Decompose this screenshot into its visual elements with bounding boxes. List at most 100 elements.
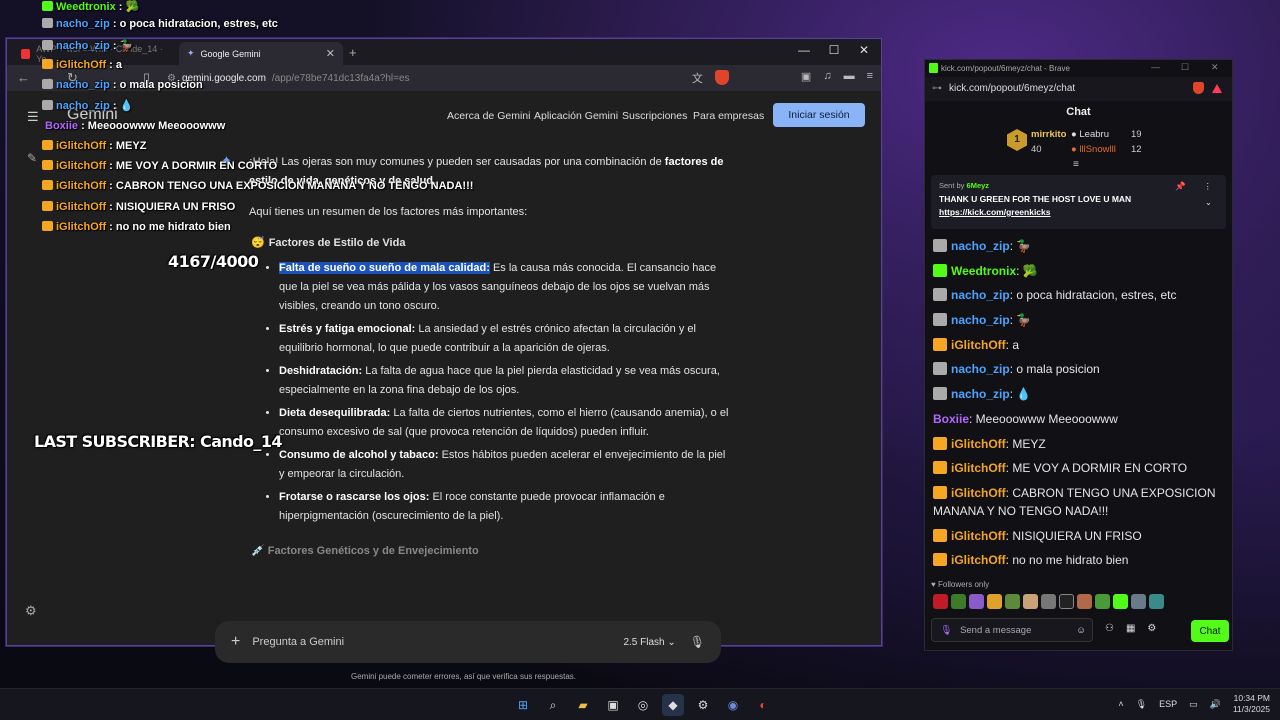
model-selector[interactable]: 2.5 Flash ⌄ [623,637,675,648]
user-badge-icon [42,201,53,211]
nav-subscriptions[interactable]: Suscripciones [622,110,687,122]
gift-icon[interactable]: ▦ [1126,623,1135,634]
chat-username[interactable]: nacho_zip [951,387,1010,401]
chat-username[interactable]: iGlitchOff [951,461,1006,475]
maximize-button[interactable]: ☐ [1181,62,1189,73]
taskbar: ⊞ ⌕ ▰ ▣ ◎ ◆ ⚙ ◉ ◐ ˄ 🎙 ESP ▭ 🔊 10:34 PM 11… [0,688,1280,720]
search-icon[interactable]: ⌕ [542,694,564,716]
pinned-link[interactable]: https://kick.com/greenkicks [939,207,1218,217]
leader-name[interactable]: ● lllSnowlll [1071,144,1116,155]
network-icon[interactable]: ▭ [1189,699,1198,710]
hamburger-menu-icon[interactable]: ☰ [27,109,39,125]
overlay-text: : Meeooowww Meeooowww [78,120,226,132]
store-icon[interactable]: ▣ [602,694,624,716]
chat-username[interactable]: iGlitchOff [951,437,1006,451]
media-icon[interactable]: ♫ [823,70,831,86]
emote-icon[interactable] [1095,594,1110,609]
emote-icon[interactable] [951,594,966,609]
settings-gear-icon[interactable]: ⚙ [1147,623,1156,634]
chat-username[interactable]: iGlitchOff [951,338,1006,352]
leader-name[interactable]: ● Leabru [1071,129,1109,140]
send-message-input[interactable]: 🎙 Send a message ☺ [931,618,1093,642]
site-info-icon[interactable]: ⊶ [932,83,942,94]
chat-username[interactable]: nacho_zip [951,239,1010,253]
back-icon[interactable]: ← [17,70,30,85]
menu-icon[interactable]: ≡ [867,70,873,86]
close-window-button[interactable]: ✕ [849,43,879,57]
microphone-icon[interactable]: 🎙 [1136,699,1147,710]
sender-name[interactable]: 6Meyz [967,181,990,190]
nav-business[interactable]: Para empresas [693,110,764,122]
close-tab-icon[interactable]: ✕ [326,47,335,60]
emote-icon[interactable] [1077,594,1092,609]
emote-icon[interactable] [1113,594,1128,609]
sidebar-icon[interactable]: ▣ [801,70,811,86]
translate-icon[interactable]: 文 [692,70,703,86]
chat-message: iGlitchOff: NISIQUIERA UN FRISO [933,527,1225,545]
url-field[interactable]: kick.com/popout/6meyz/chat [949,83,1075,94]
chevron-up-icon[interactable]: ˄ [1118,699,1123,709]
file-explorer-icon[interactable]: ▰ [572,694,594,716]
emote-icon[interactable] [1005,594,1020,609]
microphone-icon[interactable]: 🎙 [690,635,705,649]
users-icon[interactable]: ⚇ [1105,623,1114,634]
chevron-down-icon[interactable]: ⌄ [1205,197,1212,208]
chat-message: iGlitchOff: a [933,336,1225,354]
chat-username[interactable]: iGlitchOff [951,529,1006,543]
chat-username[interactable]: nacho_zip [951,313,1010,327]
brave-shield-icon[interactable] [1193,82,1204,94]
minimize-button[interactable]: — [789,43,819,57]
emote-icon[interactable] [1149,594,1164,609]
leader-name[interactable]: mirrkito [1031,129,1066,140]
steam-icon[interactable]: ⚙ [692,694,714,716]
chat-username[interactable]: nacho_zip [951,288,1010,302]
extension-icon[interactable]: ▬ [844,70,855,86]
settings-gear-icon[interactable]: ⚙ [25,603,37,619]
obs-icon[interactable]: ◎ [632,694,654,716]
add-icon[interactable]: + [231,633,240,651]
emote-icon[interactable] [987,594,1002,609]
nav-about[interactable]: Acerca de Gemini [447,110,530,122]
volume-icon[interactable]: 🔊 [1210,699,1221,710]
clock[interactable]: 10:34 PM 11/3/2025 [1233,693,1270,715]
language-indicator[interactable]: ESP [1159,699,1177,709]
item-title: Estrés y fatiga emocional: [279,323,416,335]
nav-app[interactable]: Aplicación Gemini [534,110,618,122]
list-item: Deshidratación: La falta de agua hace qu… [279,362,729,400]
emote-icon[interactable] [933,594,948,609]
prompt-input[interactable]: + Pregunta a Gemini 2.5 Flash ⌄ 🎙 [215,621,721,663]
signin-button[interactable]: Iniciar sesión [773,103,865,127]
windows-start-icon[interactable]: ⊞ [512,694,534,716]
chrome-icon[interactable]: ◐ [752,694,774,716]
close-window-button[interactable]: ✕ [1211,62,1219,73]
emote-icon[interactable] [1041,594,1056,609]
tab-gemini[interactable]: ✦ Google Gemini ✕ [179,42,343,65]
microphone-icon[interactable]: 🎙 [940,625,952,636]
brave-shield-icon[interactable] [714,70,729,85]
minimize-button[interactable]: — [1151,62,1160,72]
kick-app-icon[interactable]: ◆ [662,694,684,716]
user-badge-icon [42,18,53,28]
discord-icon[interactable]: ◉ [722,694,744,716]
emote-icon[interactable] [1023,594,1038,609]
emoji-icon[interactable]: ☺ [1076,625,1086,636]
url-field[interactable]: ⚙ gemini.google.com/app/e78be741dc13fa4a… [167,68,687,88]
chat-username[interactable]: iGlitchOff [951,553,1006,567]
emote-icon[interactable] [1131,594,1146,609]
chat-send-button[interactable]: Chat [1191,620,1229,642]
new-tab-button[interactable]: + [349,45,357,60]
chat-username[interactable]: iGlitchOff [951,486,1006,500]
user-badge-icon [42,40,53,50]
more-options-icon[interactable]: ⋮ [1204,181,1213,192]
emote-icon[interactable] [969,594,984,609]
maximize-button[interactable]: ☐ [819,43,849,57]
chat-username[interactable]: Boxiie [933,412,969,426]
pin-icon[interactable]: 📌 [1175,181,1186,192]
chat-username[interactable]: Weedtronix [951,264,1016,278]
new-chat-icon[interactable]: ✎ [27,151,37,165]
chat-text: : 🥦 [1016,263,1038,278]
chat-username[interactable]: nacho_zip [951,362,1010,376]
brave-rewards-icon[interactable] [1212,83,1222,93]
expand-leaderboard-icon[interactable]: ≡ [1073,159,1079,170]
emote-icon[interactable] [1059,594,1074,609]
